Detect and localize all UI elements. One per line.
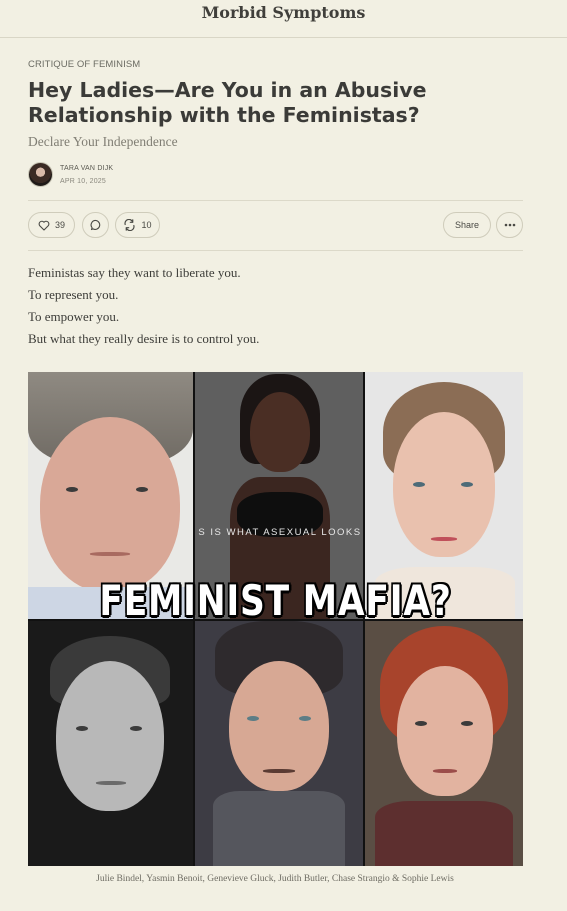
image-caption: Julie Bindel, Yasmin Benoit, Genevieve G… xyxy=(96,874,454,884)
more-options-button[interactable] xyxy=(496,212,523,238)
divider-top xyxy=(28,200,523,201)
comment-button[interactable] xyxy=(82,212,109,238)
publication-name[interactable]: Morbid Symptoms xyxy=(202,0,366,26)
portrait-tile xyxy=(195,621,363,866)
like-count: 39 xyxy=(54,220,65,230)
post-action-bar: 39 10 Share xyxy=(28,212,523,239)
ellipsis-icon xyxy=(504,223,516,227)
divider-bottom xyxy=(28,250,523,251)
post-title: Hey Ladies—Are You in an Abusive Relatio… xyxy=(28,78,427,127)
body-paragraph: To empower you. xyxy=(28,309,120,324)
post-date: APR 10, 2025 xyxy=(60,178,106,185)
restack-button[interactable]: 10 xyxy=(115,212,160,238)
heart-icon xyxy=(38,220,50,231)
portrait-tile xyxy=(28,621,193,866)
image-tagline: S IS WHAT ASEXUAL LOOKS xyxy=(198,527,362,538)
comment-bubble-icon xyxy=(90,219,102,231)
body-paragraph: Feministas say they want to liberate you… xyxy=(28,265,241,280)
restack-count: 10 xyxy=(141,220,152,230)
publication-header: Morbid Symptoms xyxy=(0,0,567,38)
body-paragraph: To represent you. xyxy=(28,287,119,302)
share-button[interactable]: Share xyxy=(443,212,491,238)
restack-arrows-icon xyxy=(123,219,136,231)
author-avatar[interactable] xyxy=(28,162,53,187)
body-paragraph: But what they really desire is to contro… xyxy=(28,331,260,346)
post-body: Feministas say they want to liberate you… xyxy=(28,262,523,350)
post-category[interactable]: CRITIQUE OF FEMINISM xyxy=(28,59,140,70)
image-overlay-text: FEMINIST MAFIA? xyxy=(99,576,452,625)
post-image[interactable]: S IS WHAT ASEXUAL LOOKS FEMINIST MAFIA? xyxy=(28,372,523,866)
post-subtitle: Declare Your Independence xyxy=(28,134,178,149)
like-button[interactable]: 39 xyxy=(28,212,75,238)
author-name[interactable]: TARA VAN DIJK xyxy=(60,165,113,172)
portrait-tile xyxy=(365,621,523,866)
share-label: Share xyxy=(454,220,480,230)
